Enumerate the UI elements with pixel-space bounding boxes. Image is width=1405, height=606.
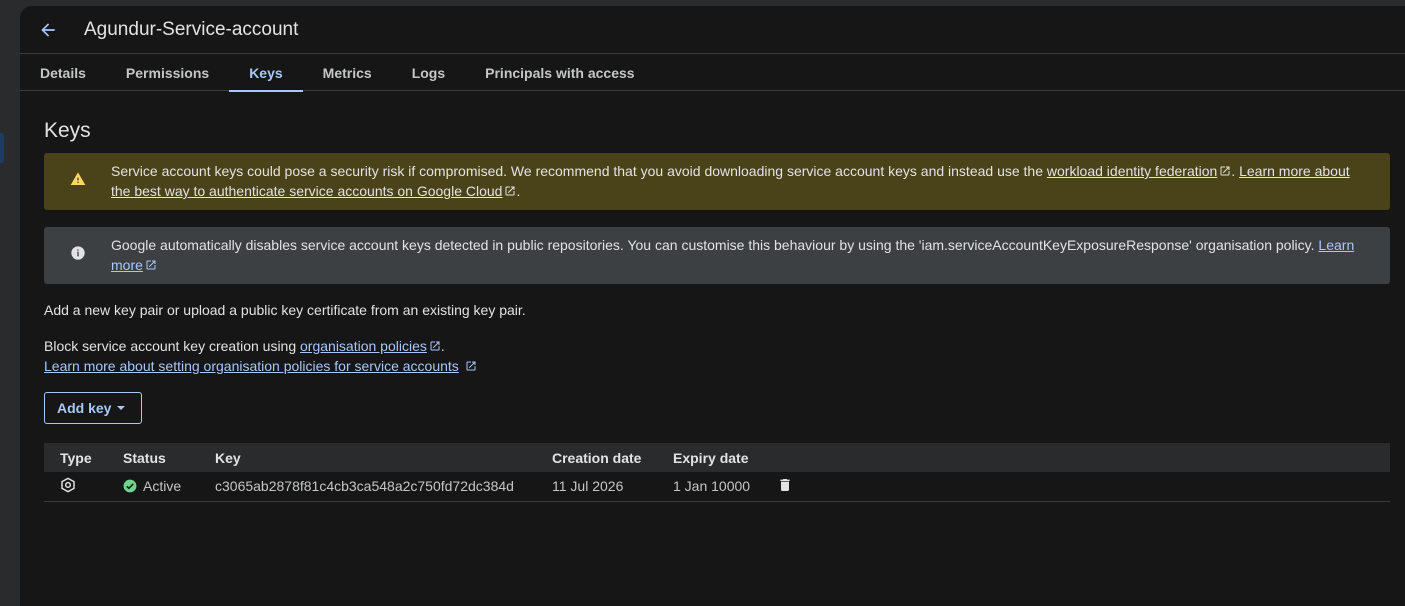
external-link-icon (1220, 166, 1230, 176)
link-label: workload identity federation (1046, 163, 1218, 179)
col-creation-date: Creation date (552, 449, 642, 466)
workload-identity-federation-link[interactable]: workload identity federation (1047, 163, 1231, 179)
col-status: Status (123, 449, 166, 466)
delete-key-button[interactable] (777, 477, 793, 493)
tab-details[interactable]: Details (20, 55, 106, 91)
managed-key-icon (61, 477, 75, 493)
external-link-icon (146, 260, 156, 270)
tab-permissions[interactable]: Permissions (106, 55, 229, 91)
security-warning-banner: Service account keys could pose a securi… (44, 153, 1390, 210)
rail-selection-indicator (0, 133, 4, 163)
back-button[interactable] (36, 18, 60, 42)
learn-more-org-policies-link[interactable]: Learn more about setting organisation po… (44, 358, 477, 374)
section-title: Keys (44, 119, 91, 142)
table-row: Active c3065ab2878f81c4cb3ca548a2c750fd7… (44, 472, 1390, 502)
col-actions (761, 443, 1390, 472)
warning-text-end: . (516, 183, 521, 199)
cell-expiry-date: 1 Jan 10000 (657, 472, 761, 502)
external-link-icon (505, 186, 515, 196)
link-label: organisation policies (300, 338, 427, 354)
table-header-row: Type Status Key Creation date Expiry dat… (44, 443, 1390, 472)
cell-status: Active (107, 472, 199, 502)
policy-text-end: . (440, 338, 445, 354)
organisation-policies-link[interactable]: organisation policies (300, 338, 441, 354)
info-icon (71, 246, 85, 260)
tab-logs[interactable]: Logs (392, 55, 465, 91)
col-expiry-date: Expiry date (673, 449, 749, 466)
cell-creation-date: 11 Jul 2026 (536, 472, 657, 502)
col-type: Type (60, 449, 92, 466)
caret-down-icon (117, 406, 126, 410)
add-key-label: Add key (57, 400, 112, 416)
external-link-icon (466, 361, 476, 371)
status-text: Active (143, 478, 182, 495)
page-header: Agundur-Service-account (20, 6, 1405, 54)
main-panel: Agundur-Service-account Details Permissi… (20, 6, 1405, 606)
check-circle-icon (123, 479, 137, 493)
tab-bar: Details Permissions Keys Metrics Logs Pr… (20, 55, 1405, 92)
info-text: Google automatically disables service ac… (111, 237, 1319, 253)
trash-icon (780, 478, 790, 491)
arrow-back-icon (41, 23, 55, 37)
policy-text-start: Block service account key creation using (44, 338, 301, 354)
warning-text-middle: . (1231, 163, 1240, 179)
cell-type (44, 472, 107, 502)
cell-key: c3065ab2878f81c4cb3ca548a2c750fd72dc384d (199, 472, 536, 502)
policy-text: Block service account key creation using… (44, 336, 1390, 376)
tab-principals-with-access[interactable]: Principals with access (465, 55, 654, 91)
add-key-button[interactable]: Add key (44, 392, 142, 424)
tab-keys[interactable]: Keys (229, 55, 304, 92)
keys-table: Type Status Key Creation date Expiry dat… (44, 443, 1390, 502)
left-rail (0, 0, 20, 606)
keys-content: Keys Service account keys could pose a s… (44, 92, 1390, 502)
col-key: Key (215, 449, 241, 466)
warning-text-start: Service account keys could pose a securi… (111, 163, 1047, 179)
page-title: Agundur-Service-account (84, 19, 299, 40)
exposure-info-banner: Google automatically disables service ac… (44, 227, 1390, 284)
warning-icon (70, 172, 86, 185)
intro-text: Add a new key pair or upload a public ke… (44, 302, 526, 318)
external-link-icon (430, 341, 440, 351)
link-label: Learn more about setting organisation po… (44, 358, 459, 374)
tab-metrics[interactable]: Metrics (303, 55, 392, 91)
cell-actions (761, 472, 1390, 502)
